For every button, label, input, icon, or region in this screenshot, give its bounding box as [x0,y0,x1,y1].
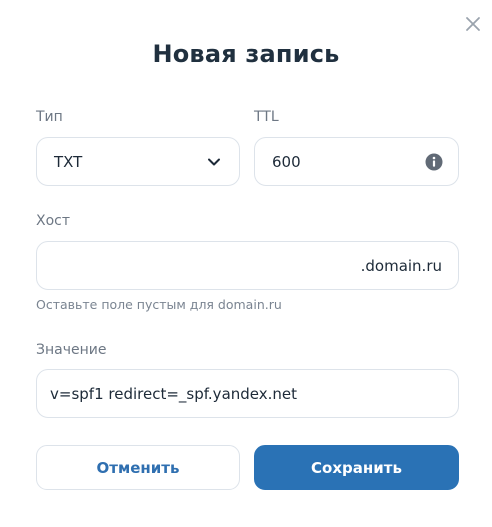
host-input[interactable]: .domain.ru [36,241,459,290]
close-icon [466,17,480,31]
value-label: Значение [36,342,107,358]
type-select-value: TXT [54,152,83,171]
ttl-input[interactable]: 600 [254,137,459,186]
value-input-value: v=spf1 redirect=_spf.yandex.net [50,384,298,403]
host-hint: Оставьте поле пустым для domain.ru [36,297,282,312]
chevron-down-icon [208,158,220,165]
new-record-dialog: Новая запись Тип TXT TTL 600 Хост .domai… [0,0,492,527]
save-button[interactable]: Сохранить [254,445,459,490]
type-select[interactable]: TXT [36,137,240,186]
host-domain-suffix: .domain.ru [360,256,442,275]
cancel-button[interactable]: Отменить [36,445,240,490]
close-button[interactable] [463,14,483,34]
ttl-input-value: 600 [272,152,301,171]
host-label: Хост [36,213,71,229]
value-input[interactable]: v=spf1 redirect=_spf.yandex.net [36,369,459,418]
ttl-label: TTL [254,109,279,125]
type-label: Тип [36,109,63,125]
info-icon[interactable] [425,153,443,171]
dialog-title: Новая запись [152,40,340,68]
